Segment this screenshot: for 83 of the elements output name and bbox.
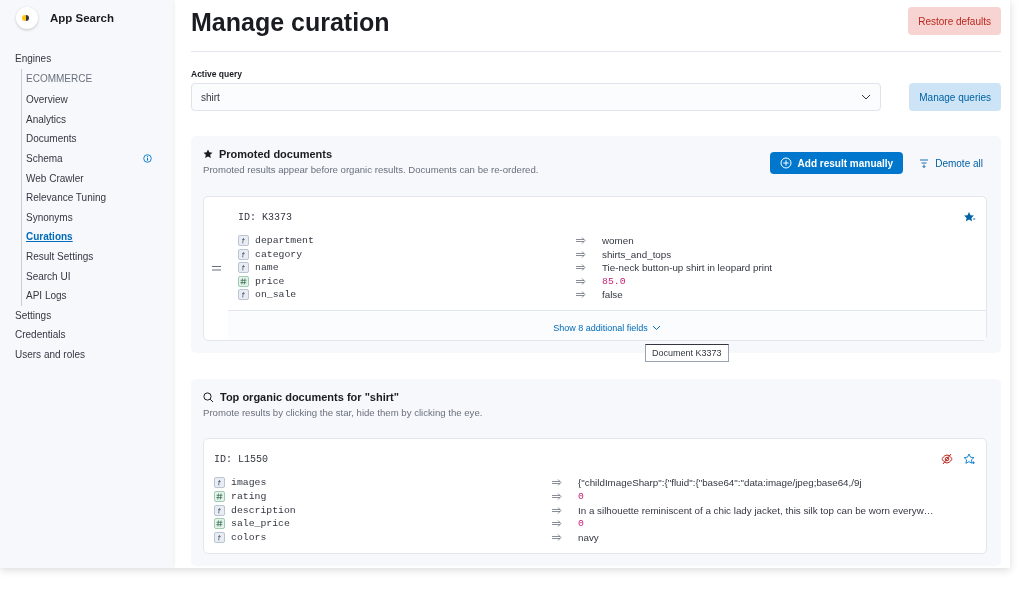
tooltip: Document K3373 xyxy=(645,344,729,363)
field-name: sale_price xyxy=(231,518,290,530)
nav-item[interactable]: Credentials xyxy=(0,325,173,345)
plus-circle-icon xyxy=(779,157,792,169)
nav-item[interactable]: Web Crawler xyxy=(22,168,152,189)
number-type-icon xyxy=(214,490,225,502)
nav-item[interactable]: Result Settings xyxy=(22,246,152,267)
show-more-link[interactable]: Show 8 additional fields xyxy=(553,323,661,334)
arrow-icon xyxy=(552,506,562,514)
section-description: Promote results by clicking the star, hide them by clicking the eye. xyxy=(203,407,483,419)
star-icon xyxy=(203,149,213,159)
text-type-icon xyxy=(214,531,225,543)
field-value: Tie-neck button-up shirt in leopard print xyxy=(602,262,774,274)
field-name: department xyxy=(255,235,314,246)
app-title: App Search xyxy=(50,12,114,24)
text-type-icon xyxy=(238,248,249,260)
text-type-icon xyxy=(238,262,249,274)
chevron-down-icon xyxy=(861,94,872,100)
field-name: description xyxy=(231,504,296,516)
section-title: Top organic documents for "shirt" xyxy=(220,391,399,404)
field-value: navy xyxy=(578,531,600,543)
nav-item[interactable]: API Logs xyxy=(22,286,152,306)
field-name: price xyxy=(255,275,285,287)
field-value: shirts_and_tops xyxy=(602,248,673,260)
field-name: category xyxy=(255,248,303,260)
demote-all-button[interactable]: Demote all xyxy=(915,152,987,174)
arrow-icon xyxy=(552,492,562,500)
nav-item[interactable]: Schema xyxy=(26,152,63,165)
text-type-icon xyxy=(214,504,225,516)
arrow-icon xyxy=(552,479,562,487)
arrow-icon xyxy=(576,264,586,272)
field-name: on_sale xyxy=(255,289,297,301)
add-result-button[interactable]: Add result manually xyxy=(769,152,904,174)
field-value: 85.0 xyxy=(602,275,627,287)
field-value: In a silhouette reminiscent of a chic lady jacket, this silk top can be worn everyw… xyxy=(578,504,935,516)
nav-item[interactable]: Search UI xyxy=(22,266,152,287)
field-label: Active query xyxy=(191,69,244,79)
search-icon xyxy=(203,391,214,403)
arrow-icon xyxy=(576,291,586,299)
arrow-icon xyxy=(552,520,562,528)
nav-item[interactable]: Settings xyxy=(0,305,173,326)
drag-handle-icon[interactable] xyxy=(211,266,221,272)
document-id: ID: L1550 xyxy=(214,453,268,465)
nav-item[interactable]: Engines xyxy=(0,49,173,69)
manage-queries-button[interactable]: Manage queries xyxy=(909,83,1001,111)
nav-item[interactable]: Analytics xyxy=(22,109,152,130)
field-name: rating xyxy=(231,490,267,502)
app-logo-icon xyxy=(16,7,38,29)
section-title: Promoted documents xyxy=(219,148,333,160)
nav-item[interactable]: Relevance Tuning xyxy=(22,188,152,208)
demote-star-icon[interactable] xyxy=(963,211,976,223)
nav-item[interactable]: Synonyms xyxy=(22,207,152,228)
field-value: 0 xyxy=(578,490,585,502)
document-id: ID: K3373 xyxy=(238,211,292,223)
engine-name: ECOMMERCE xyxy=(25,71,94,86)
number-type-icon xyxy=(214,518,225,530)
field-name: name xyxy=(255,262,279,274)
arrow-icon xyxy=(552,533,562,541)
section-description: Promoted results appear before organic results. Documents can be re-ordered. xyxy=(203,164,539,175)
arrow-icon xyxy=(576,237,586,244)
field-name: colors xyxy=(231,531,267,543)
text-type-icon xyxy=(238,235,249,246)
nav-item[interactable]: Curations xyxy=(22,227,152,247)
field-value: {"childImageSharp":{"fluid":{"base64":"data:image/jpeg;base64,/9j xyxy=(578,477,863,489)
field-value: 0 xyxy=(578,518,585,530)
text-type-icon xyxy=(238,289,249,301)
demote-icon xyxy=(919,158,930,168)
field-name: images xyxy=(231,477,267,489)
promote-star-icon[interactable] xyxy=(963,453,976,466)
chevron-down-icon xyxy=(651,325,661,332)
nav-item[interactable]: Documents xyxy=(22,129,152,149)
query-select[interactable]: shirt xyxy=(191,83,882,111)
text-type-icon xyxy=(214,477,225,489)
nav-item[interactable]: Users and roles xyxy=(0,344,173,365)
page-title: Manage curation xyxy=(191,7,390,37)
field-value: women xyxy=(602,235,635,246)
number-type-icon xyxy=(238,275,249,287)
hide-eye-icon[interactable] xyxy=(941,453,953,466)
nav-item[interactable]: Overview xyxy=(22,90,152,110)
arrow-icon xyxy=(576,277,586,285)
field-value: false xyxy=(602,289,624,301)
arrow-icon xyxy=(576,250,586,258)
restore-defaults-button[interactable]: Restore defaults xyxy=(908,7,1001,35)
